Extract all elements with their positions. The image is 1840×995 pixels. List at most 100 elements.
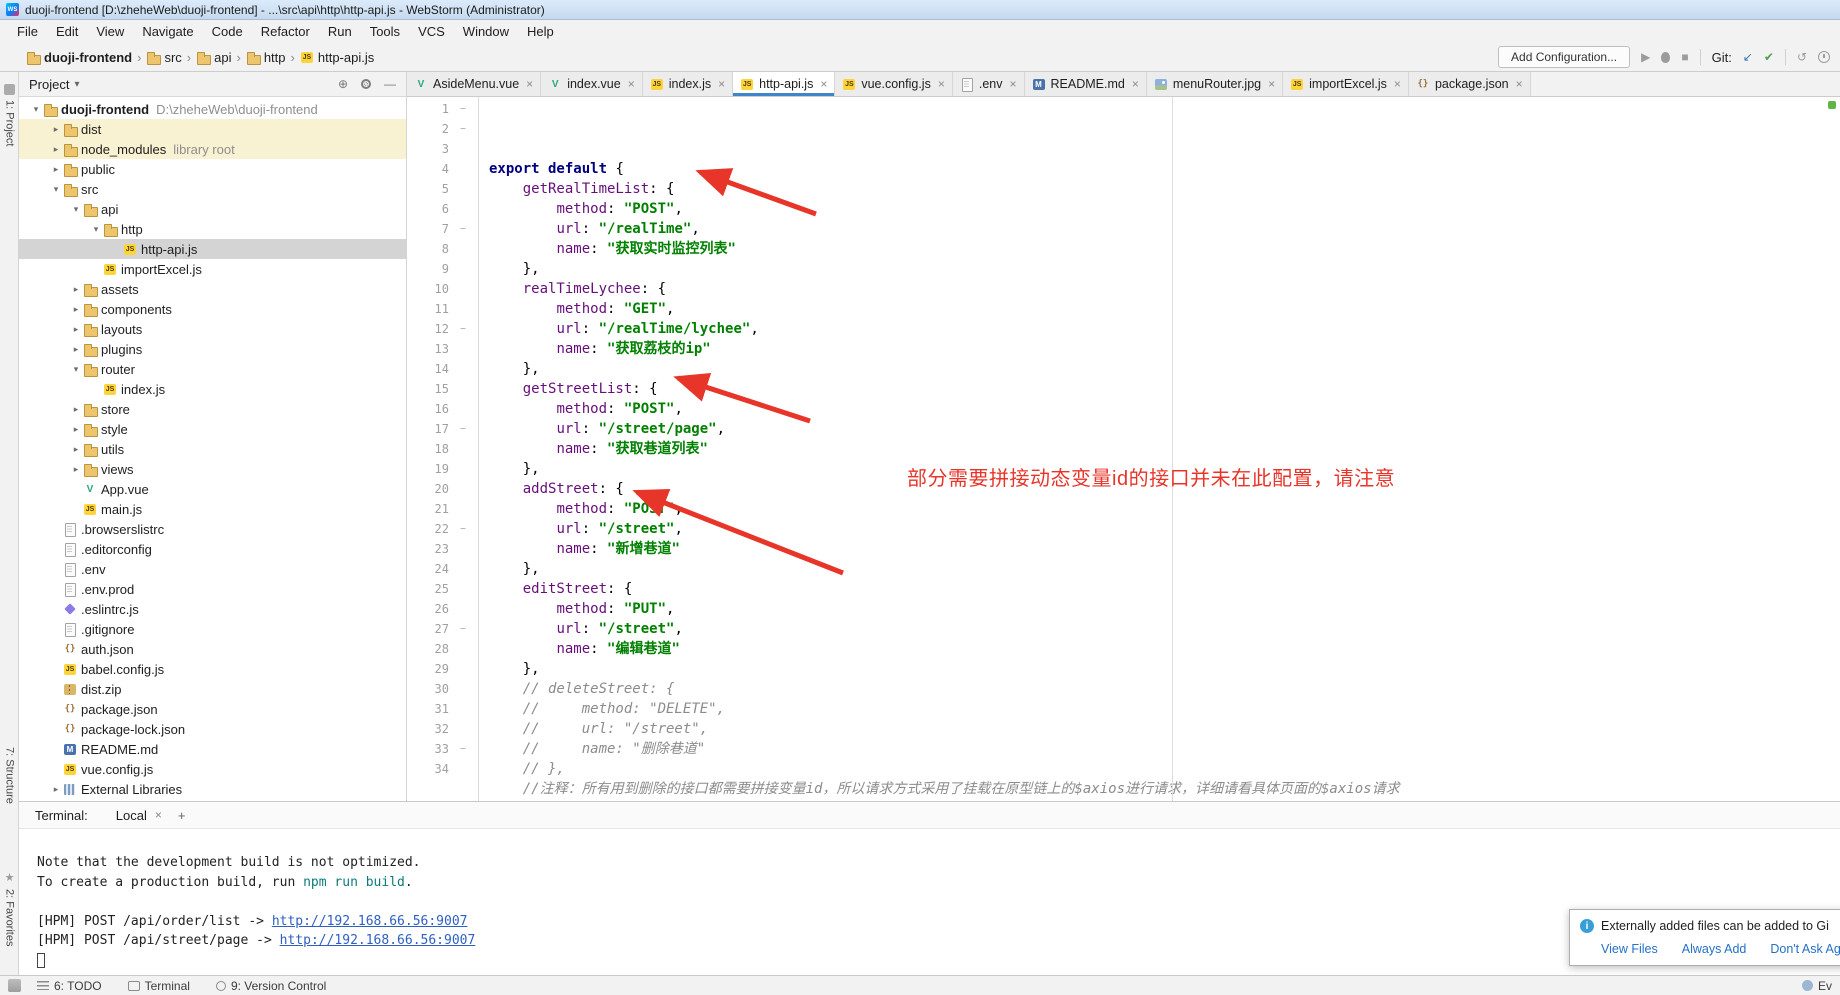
editor-tab[interactable]: http-api.js×	[733, 72, 835, 96]
editor-tab[interactable]: index.vue×	[541, 72, 643, 96]
tree-item[interactable]: ▸External Libraries	[19, 779, 406, 799]
breadcrumb-item[interactable]: src	[146, 50, 181, 65]
fold-icon[interactable]: −	[449, 744, 477, 755]
tree-item[interactable]: ▸utils	[19, 439, 406, 459]
terminal-link[interactable]: http://192.168.66.56:9007	[272, 914, 468, 929]
fold-icon[interactable]: −	[449, 124, 477, 135]
tree-item[interactable]: ▾router	[19, 359, 406, 379]
menu-item-help[interactable]: Help	[518, 21, 563, 42]
git-commit-icon[interactable]: ✔	[1764, 51, 1774, 63]
tree-item[interactable]: .browserslistrc	[19, 519, 406, 539]
tree-item[interactable]: ▾api	[19, 199, 406, 219]
chevron-down-icon[interactable]: ▾	[74, 79, 79, 90]
tree-item[interactable]: index.js	[19, 379, 406, 399]
stop-icon[interactable]: ■	[1681, 51, 1688, 63]
close-icon[interactable]: ×	[526, 77, 533, 91]
menu-item-window[interactable]: Window	[454, 21, 518, 42]
breadcrumb-item[interactable]: duoji-frontend	[26, 50, 132, 65]
tree-item[interactable]: README.md	[19, 739, 406, 759]
tree-item[interactable]: importExcel.js	[19, 259, 406, 279]
tree-item[interactable]: App.vue	[19, 479, 406, 499]
tree-item[interactable]: .env.prod	[19, 579, 406, 599]
tree-item[interactable]: http-api.js	[19, 239, 406, 259]
fold-icon[interactable]: −	[449, 224, 477, 235]
git-update-icon[interactable]: ↙	[1743, 51, 1753, 63]
code-area[interactable]: export default { getRealTimeList: { meth…	[479, 97, 1840, 801]
fold-icon[interactable]: −	[449, 624, 477, 635]
breadcrumb-item[interactable]: http-api.js	[300, 50, 374, 65]
tree-item[interactable]: auth.json	[19, 639, 406, 659]
fold-icon[interactable]: −	[449, 104, 477, 115]
terminal-tab-local[interactable]: Local ×	[116, 808, 162, 823]
fold-icon[interactable]: −	[449, 524, 477, 535]
menu-item-edit[interactable]: Edit	[47, 21, 87, 42]
toolwindow-switcher-icon[interactable]	[8, 979, 21, 992]
tree-item[interactable]: .gitignore	[19, 619, 406, 639]
editor-tab[interactable]: AsideMenu.vue×	[407, 72, 541, 96]
notification-action[interactable]: Don't Ask Agai	[1770, 942, 1840, 956]
tree-item[interactable]: vue.config.js	[19, 759, 406, 779]
editor-tab[interactable]: vue.config.js×	[835, 72, 953, 96]
event-log-icon[interactable]	[1802, 980, 1813, 991]
close-icon[interactable]: ×	[718, 77, 725, 91]
editor-tab[interactable]: README.md×	[1025, 72, 1147, 96]
tree-item[interactable]: babel.config.js	[19, 659, 406, 679]
tool-stripe-structure[interactable]: 7: Structure	[0, 747, 19, 804]
menu-item-code[interactable]: Code	[203, 21, 252, 42]
tool-stripe-project[interactable]: 1: Project	[0, 84, 19, 146]
editor-tab[interactable]: menuRouter.jpg×	[1147, 72, 1283, 96]
run-icon[interactable]: ▶	[1641, 51, 1650, 63]
hide-panel-icon[interactable]: —	[384, 77, 396, 91]
tree-item[interactable]: .env	[19, 559, 406, 579]
menu-item-refactor[interactable]: Refactor	[252, 21, 319, 42]
close-icon[interactable]: ×	[1009, 77, 1016, 91]
tree-item[interactable]: ▾src	[19, 179, 406, 199]
tree-item[interactable]: dist.zip	[19, 679, 406, 699]
menu-item-run[interactable]: Run	[319, 21, 361, 42]
debug-icon[interactable]	[1661, 52, 1670, 63]
close-icon[interactable]: ×	[938, 77, 945, 91]
tree-item[interactable]: package-lock.json	[19, 719, 406, 739]
tree-item[interactable]: ▾http	[19, 219, 406, 239]
menu-item-navigate[interactable]: Navigate	[133, 21, 202, 42]
tree-item[interactable]: ▸views	[19, 459, 406, 479]
new-terminal-icon[interactable]: +	[178, 808, 186, 823]
tree-item[interactable]: ▸public	[19, 159, 406, 179]
breadcrumb-item[interactable]: http	[246, 50, 286, 65]
close-icon[interactable]: ×	[1394, 77, 1401, 91]
editor-tab[interactable]: package.json×	[1409, 72, 1531, 96]
tree-item[interactable]: ▸assets	[19, 279, 406, 299]
menu-item-vcs[interactable]: VCS	[409, 21, 454, 42]
tree-item[interactable]: ▸dist	[19, 119, 406, 139]
add-configuration-button[interactable]: Add Configuration...	[1498, 46, 1630, 68]
event-log-label[interactable]: Ev	[1818, 979, 1832, 993]
close-icon[interactable]: ×	[1132, 77, 1139, 91]
tree-item[interactable]: ▸plugins	[19, 339, 406, 359]
close-icon[interactable]: ×	[155, 808, 162, 822]
tree-item[interactable]: ▸components	[19, 299, 406, 319]
close-icon[interactable]: ×	[1516, 77, 1523, 91]
terminal-link[interactable]: http://192.168.66.56:9007	[280, 933, 476, 948]
close-icon[interactable]: ×	[1268, 77, 1275, 91]
tree-item[interactable]: .editorconfig	[19, 539, 406, 559]
tree-item[interactable]: package.json	[19, 699, 406, 719]
breadcrumb-item[interactable]: api	[196, 50, 231, 65]
terminal-output[interactable]: Note that the development build is not o…	[19, 829, 1840, 975]
fold-icon[interactable]: −	[449, 424, 477, 435]
editor-tab[interactable]: .env×	[953, 72, 1025, 96]
tree-item[interactable]: .eslintrc.js	[19, 599, 406, 619]
notification-action[interactable]: Always Add	[1682, 942, 1747, 956]
history-icon[interactable]: ↺	[1797, 51, 1807, 63]
statusbar-item-terminal[interactable]: Terminal	[128, 979, 190, 993]
menu-item-tools[interactable]: Tools	[361, 21, 409, 42]
menu-item-file[interactable]: File	[8, 21, 47, 42]
clock-icon[interactable]	[1818, 51, 1830, 63]
close-icon[interactable]: ×	[628, 77, 635, 91]
locate-file-icon[interactable]: ⊕	[338, 77, 348, 91]
notification-action[interactable]: View Files	[1601, 942, 1658, 956]
editor-tab[interactable]: importExcel.js×	[1283, 72, 1409, 96]
menu-item-view[interactable]: View	[87, 21, 133, 42]
tree-item[interactable]: ▸layouts	[19, 319, 406, 339]
tree-item[interactable]: main.js	[19, 499, 406, 519]
fold-icon[interactable]: −	[449, 324, 477, 335]
